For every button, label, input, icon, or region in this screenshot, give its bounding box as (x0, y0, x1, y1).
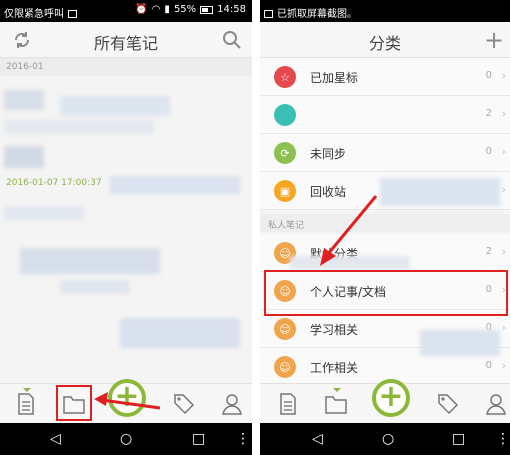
note-list-icon (280, 393, 296, 415)
date-header: 2016-01 (0, 58, 252, 76)
tag-icon (174, 394, 195, 415)
blurred-note-content (4, 206, 84, 220)
title-bar: 所有笔记 (0, 22, 252, 58)
nav-profile[interactable] (220, 392, 244, 416)
active-indicator (333, 388, 341, 392)
sim-icon: ▮ (164, 4, 170, 15)
chevron-right-icon: › (501, 69, 506, 82)
chevron-right-icon: › (501, 245, 506, 258)
chevron-right-icon: › (501, 183, 506, 196)
status-bar: 已抓取屏幕截图。 (260, 0, 510, 22)
category-count: 0 (485, 360, 492, 371)
back-icon[interactable]: ◁ (50, 431, 61, 447)
battery-percent: 55% (173, 4, 197, 15)
category-label: 未同步 (310, 147, 347, 161)
teal-circle-icon (274, 104, 296, 126)
blurred-note-content (4, 90, 44, 110)
category-row[interactable]: ☆ 已加星标 0 › (260, 58, 510, 96)
nav-tags[interactable] (172, 392, 196, 416)
menu-icon[interactable]: ⋮ (236, 431, 250, 447)
person-icon: ☺ (274, 356, 296, 378)
category-count: 2 (485, 246, 492, 257)
screenshot-icon (264, 10, 273, 18)
chevron-right-icon: › (501, 321, 506, 334)
category-count: 0 (485, 146, 492, 157)
nav-notes[interactable] (14, 388, 38, 416)
active-indicator (23, 388, 31, 392)
user-icon (486, 394, 506, 415)
nav-tags[interactable] (436, 392, 460, 416)
page-title: 所有笔记 (93, 34, 158, 53)
red-arrow-icon (320, 195, 378, 266)
plus-icon: + (378, 379, 404, 414)
category-row[interactable]: ⟳ 未同步 0 › (260, 134, 510, 172)
highlight-box (56, 385, 92, 421)
notification-icon (68, 10, 77, 18)
folder-icon (325, 396, 347, 414)
add-category-icon[interactable]: + (480, 26, 508, 54)
blurred-note-content (110, 176, 240, 194)
section-header: 私人笔记 (260, 214, 510, 232)
home-icon[interactable]: ○ (382, 431, 394, 447)
nav-folders[interactable] (324, 388, 348, 416)
trash-icon: ▣ (274, 180, 296, 202)
alarm-icon: ⏰ (135, 4, 148, 15)
carrier-text: 仅限紧急呼叫 (4, 5, 77, 20)
blurred-note-content (60, 280, 130, 294)
category-row[interactable]: 2 › (260, 96, 510, 134)
page-title: 分类 (368, 34, 401, 53)
category-count: 0 (485, 70, 492, 81)
blurred-note-content (4, 120, 154, 134)
blurred-content (380, 178, 500, 206)
search-icon[interactable] (218, 26, 246, 54)
back-icon[interactable]: ◁ (312, 431, 323, 447)
sync-icon: ⟳ (274, 142, 296, 164)
category-count: 2 (485, 108, 492, 119)
bottom-nav: + (260, 379, 510, 423)
system-nav-bar: ◁ ○ □ ⋮ (0, 423, 252, 455)
system-nav-bar: ◁ ○ □ ⋮ (260, 423, 510, 455)
category-label: 工作相关 (310, 361, 359, 375)
notification-text: 已抓取屏幕截图。 (277, 9, 357, 20)
chevron-right-icon: › (501, 107, 506, 120)
nav-notes[interactable] (276, 392, 300, 416)
recents-icon[interactable]: □ (192, 431, 205, 447)
blurred-content (420, 330, 500, 356)
red-arrow-icon (94, 392, 161, 410)
tag-icon (438, 394, 459, 415)
blurred-note-content (60, 96, 170, 116)
clock: 14:58 (217, 4, 246, 15)
category-label: 已加星标 (310, 71, 359, 85)
blurred-note-content (4, 146, 44, 168)
blurred-note-content (120, 318, 240, 348)
person-icon: ☺ (274, 318, 296, 340)
status-bar: 仅限紧急呼叫 ⏰ ◠ ▮ 55% 14:58 (0, 0, 252, 22)
user-icon (222, 394, 242, 415)
recents-icon[interactable]: □ (452, 431, 465, 447)
chevron-right-icon: › (501, 145, 506, 158)
nav-profile[interactable] (484, 392, 508, 416)
home-icon[interactable]: ○ (120, 431, 132, 447)
note-timestamp: 2016-01-07 17:00:37 (6, 178, 102, 188)
notes-screen: 仅限紧急呼叫 ⏰ ◠ ▮ 55% 14:58 所有笔记 2016-01 2016… (0, 0, 252, 455)
wifi-icon: ◠ (151, 4, 161, 15)
highlight-box (264, 270, 508, 316)
menu-icon[interactable]: ⋮ (496, 431, 510, 447)
battery-icon (200, 5, 214, 14)
note-list-icon (18, 393, 34, 415)
add-note-button[interactable]: + (372, 379, 410, 417)
star-icon: ☆ (274, 66, 296, 88)
category-label: 学习相关 (310, 323, 359, 337)
blurred-note-content (20, 248, 160, 274)
categories-screen: 已抓取屏幕截图。 分类 + ☆已加星标0›2›⟳未同步0›▣回收站0› 私人笔记… (260, 0, 510, 455)
chevron-right-icon: › (501, 359, 506, 372)
title-bar: 分类 + (260, 22, 510, 58)
